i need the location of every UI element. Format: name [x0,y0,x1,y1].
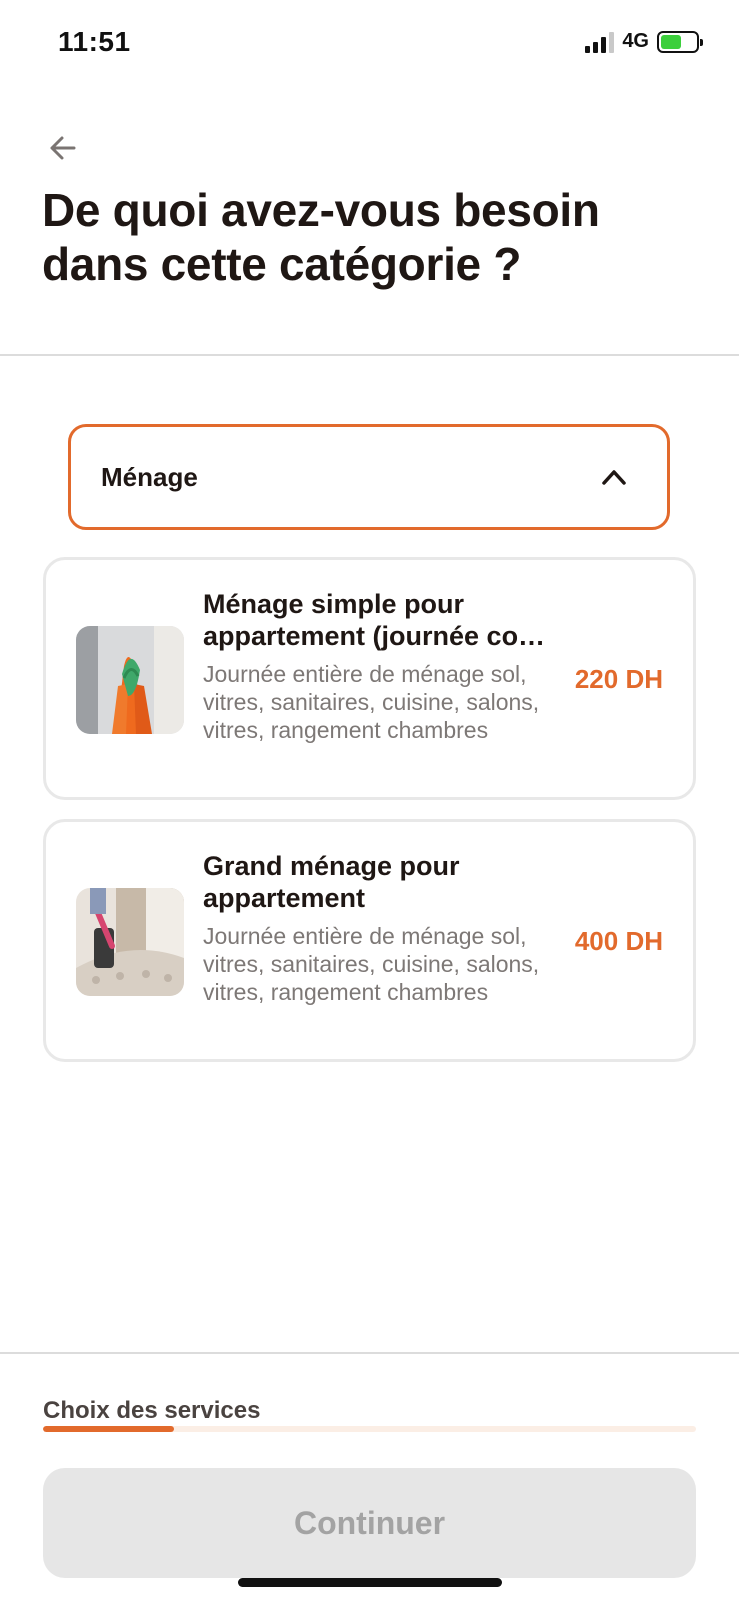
page-title: De quoi avez-vous besoin dans cette caté… [42,184,600,290]
service-image [76,626,184,734]
header-divider [0,354,739,356]
cellular-signal-icon [585,31,615,53]
progress-label: Choix des services [43,1397,261,1424]
network-type: 4G [622,30,649,52]
service-description: Journée entière de ménage sol, vitres, s… [203,661,540,743]
progress-fill [43,1426,174,1432]
category-dropdown-value: Ménage [101,461,198,492]
battery-icon [657,30,703,53]
chevron-up-icon [602,470,626,485]
service-description: Journée entière de ménage sol, vitres, s… [203,923,540,1005]
back-button[interactable] [44,128,84,168]
service-card[interactable]: Ménage simple pour appartement (journée … [43,557,696,800]
continue-button[interactable]: Continuer [43,1468,696,1578]
service-price: 400 DH [574,926,663,956]
status-time: 11:51 [58,26,131,57]
status-icons: 4G [585,30,703,53]
category-dropdown[interactable]: Ménage [68,424,670,530]
service-title: Ménage simple pour appartement (journée … [203,589,546,651]
service-image [76,888,184,996]
arrow-left-icon [50,136,76,160]
status-bar: 11:51 4G [0,0,739,90]
progress-bar [43,1426,696,1432]
service-card[interactable]: Grand ménage pour appartement Journée en… [43,819,696,1062]
home-indicator [238,1578,502,1587]
service-title: Grand ménage pour appartement [203,851,460,913]
footer-divider [0,1352,739,1354]
service-price: 220 DH [574,664,663,694]
